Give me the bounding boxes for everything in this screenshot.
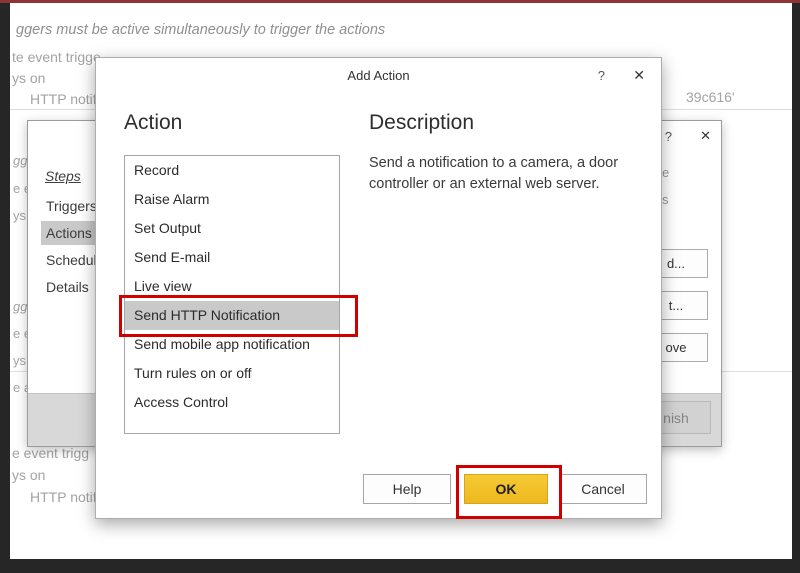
help-button[interactable]: Help	[363, 474, 451, 504]
background-bottom-row-event: e event trigg	[12, 445, 90, 461]
background-bottom-row-always: ys on	[12, 467, 46, 483]
close-icon[interactable]: ✕	[633, 67, 645, 84]
action-item-send-http-notification[interactable]: Send HTTP Notification	[125, 301, 339, 330]
action-item-send-mobile-app-notification[interactable]: Send mobile app notification	[125, 330, 339, 359]
close-icon[interactable]: ✕	[700, 128, 711, 144]
background-rule-condition-text: ggers must be active simultaneously to t…	[16, 22, 386, 38]
wizard-text-fragment: s	[662, 192, 669, 207]
help-icon[interactable]: ?	[665, 129, 672, 144]
screen-edge-right	[792, 0, 800, 573]
screen-edge-bottom	[0, 559, 800, 573]
action-item-access-control[interactable]: Access Control	[125, 388, 339, 417]
add-action-dialog: Add Action ? ✕ Action Description Record…	[95, 57, 662, 519]
action-heading: Action	[124, 111, 183, 134]
wizard-steps-title: Steps	[45, 168, 81, 184]
background-fragment: ys	[13, 208, 26, 223]
help-icon[interactable]: ?	[598, 68, 605, 83]
background-fragment: ys	[13, 353, 26, 368]
background-row-always: ys on	[12, 70, 46, 86]
action-item-raise-alarm[interactable]: Raise Alarm	[125, 185, 339, 214]
action-item-record[interactable]: Record	[125, 156, 339, 185]
background-guid-fragment: 39c616'	[686, 89, 735, 105]
screen-edge-left	[0, 0, 10, 573]
action-list: Record Raise Alarm Set Output Send E-mai…	[124, 155, 340, 434]
action-item-send-email[interactable]: Send E-mail	[125, 243, 339, 272]
background-row-event: te event trigge	[12, 49, 101, 65]
action-item-live-view[interactable]: Live view	[125, 272, 339, 301]
action-item-turn-rules-on-or-off[interactable]: Turn rules on or off	[125, 359, 339, 388]
description-heading: Description	[369, 111, 475, 134]
window-top-edge	[0, 0, 800, 3]
wizard-text-fragment: e	[662, 165, 670, 180]
action-item-set-output[interactable]: Set Output	[125, 214, 339, 243]
dialog-title: Add Action	[347, 68, 410, 83]
description-text: Send a notification to a camera, a door …	[369, 155, 619, 193]
cancel-button[interactable]: Cancel	[559, 474, 647, 504]
ok-button[interactable]: OK	[464, 474, 548, 504]
